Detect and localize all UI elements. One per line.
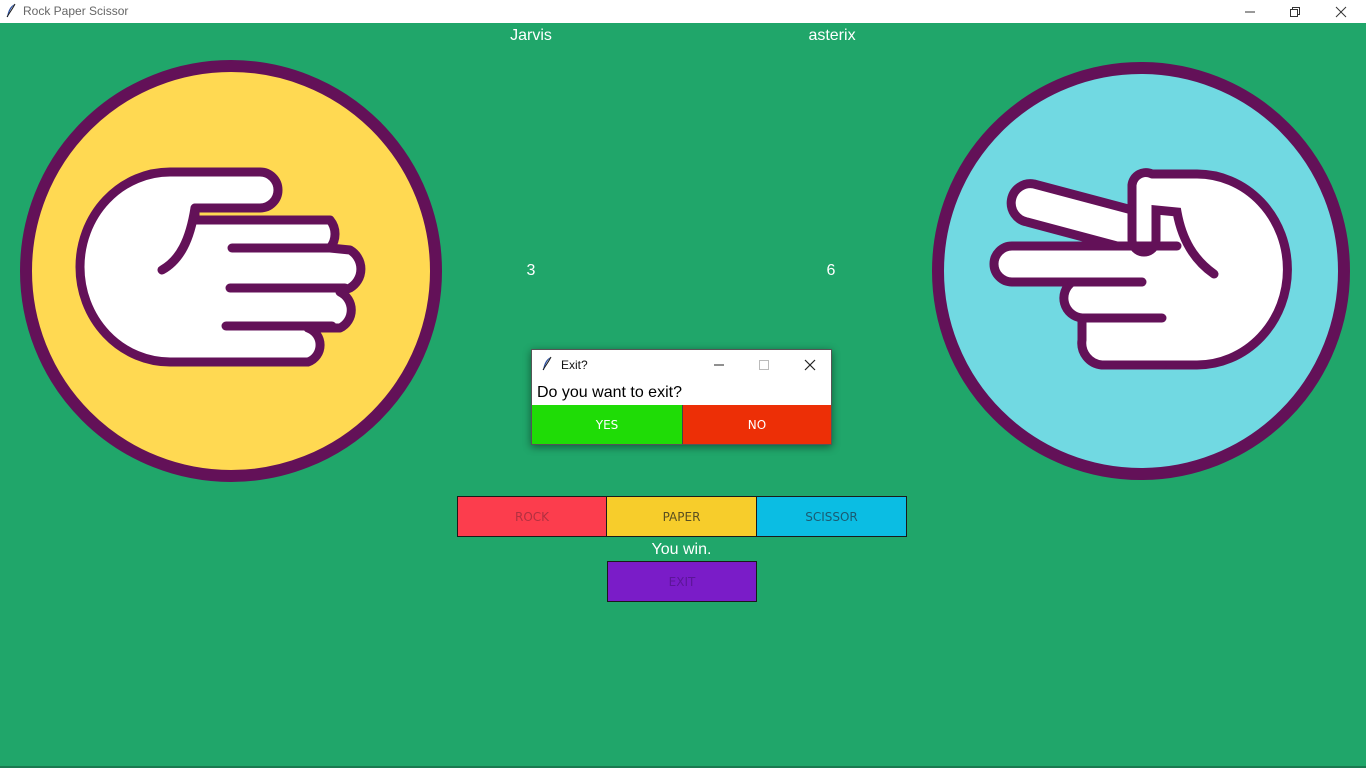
no-button[interactable]: NO	[682, 405, 831, 444]
dialog-maximize-button[interactable]	[741, 350, 786, 380]
minimize-icon	[1245, 11, 1255, 12]
player-right-score: 6	[826, 262, 836, 279]
player-right-name: asterix	[808, 27, 856, 44]
dialog-close-button[interactable]	[787, 350, 832, 380]
close-icon	[1335, 6, 1347, 17]
player-left-name: Jarvis	[510, 27, 552, 44]
dialog-title: Exit?	[561, 358, 588, 372]
minimize-icon	[713, 364, 724, 366]
minimize-button[interactable]	[1227, 0, 1273, 23]
window-title: Rock Paper Scissor	[23, 4, 129, 18]
restore-icon	[1290, 6, 1300, 17]
scissor-hand-icon	[932, 62, 1350, 480]
dialog-message: Do you want to exit?	[537, 384, 682, 401]
paper-button[interactable]: PAPER	[606, 496, 757, 537]
feather-icon	[6, 3, 16, 18]
rock-button[interactable]: ROCK	[457, 496, 607, 537]
scissor-button[interactable]: SCISSOR	[756, 496, 907, 537]
maximize-icon	[758, 360, 769, 370]
player-left-score: 3	[526, 262, 536, 279]
yes-button[interactable]: YES	[532, 405, 682, 444]
restore-button[interactable]	[1272, 0, 1318, 23]
feather-icon	[542, 356, 552, 371]
result-text: You win.	[651, 541, 712, 558]
exit-button[interactable]: EXIT	[607, 561, 757, 602]
paper-hand-icon	[20, 60, 442, 482]
dialog-minimize-button[interactable]	[696, 350, 741, 380]
exit-dialog: Exit? Do you want to exit? YES NO	[531, 349, 832, 445]
close-button[interactable]	[1318, 0, 1364, 23]
window-titlebar: Rock Paper Scissor	[0, 0, 1366, 23]
close-icon	[804, 359, 815, 371]
